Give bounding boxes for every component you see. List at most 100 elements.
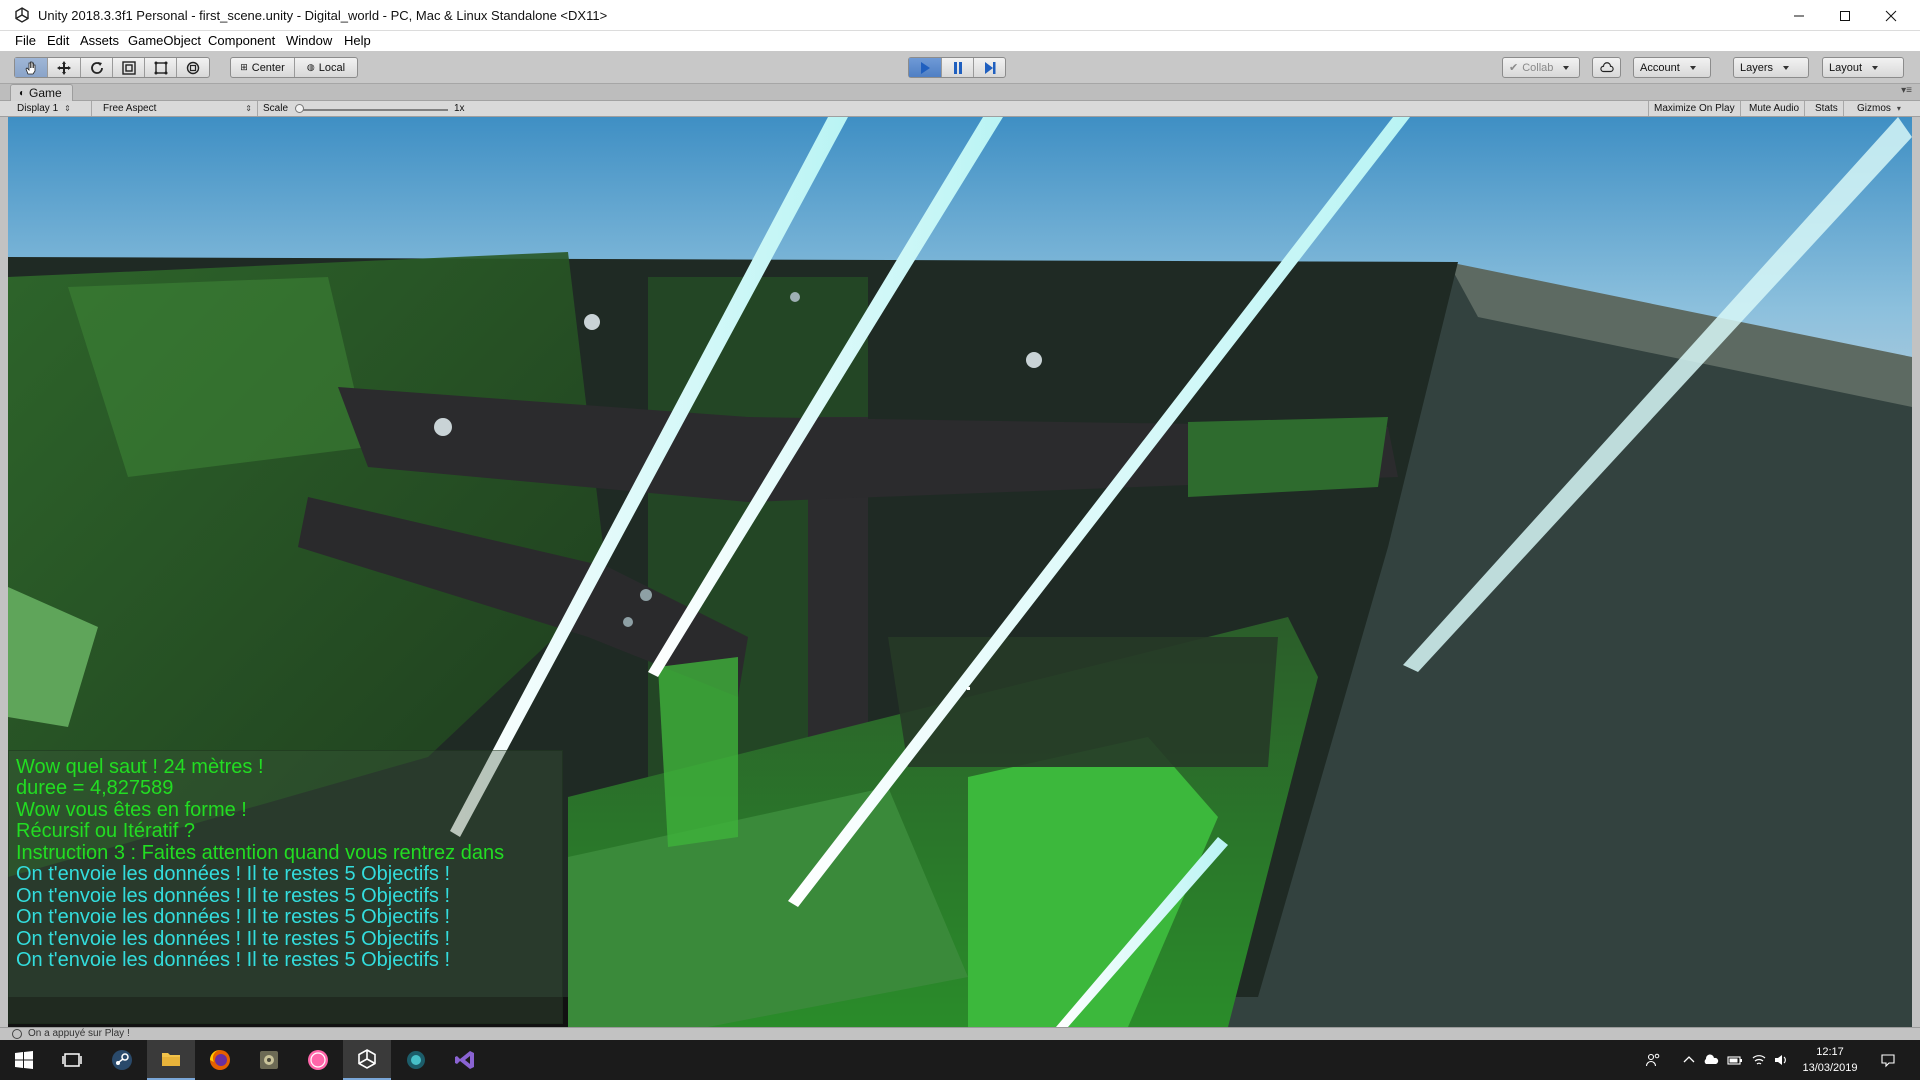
maximize-label: Maximize On Play — [1654, 103, 1735, 114]
hand-icon — [25, 61, 36, 74]
sphere-6 — [623, 617, 633, 627]
task-view-button[interactable] — [48, 1040, 96, 1080]
maximize-on-play-toggle[interactable]: Maximize On Play — [1648, 101, 1741, 116]
steam-icon — [112, 1050, 132, 1070]
windows-taskbar: 12:17 13/03/2019 — [0, 1040, 1920, 1080]
log-line-9: On t'envoie les données ! Il te restes 5… — [16, 928, 451, 950]
scale-icon — [121, 60, 136, 75]
pause-button[interactable] — [942, 58, 974, 77]
collab-dropdown[interactable]: ✔ Collab — [1502, 57, 1580, 78]
taskbar-app[interactable] — [245, 1040, 293, 1080]
gizmos-dropdown[interactable]: Gizmos ▾ — [1852, 101, 1906, 116]
tab-game-label: Game — [29, 86, 62, 100]
aspect-dropdown[interactable]: Free Aspect ⇕ — [98, 101, 258, 116]
menu-gameobject[interactable]: GameObject — [128, 33, 201, 48]
move-icon — [57, 60, 71, 75]
collab-caret-icon — [1563, 65, 1570, 70]
log-line-2: duree = 4,827589 — [16, 777, 174, 799]
sphere-4 — [790, 292, 800, 302]
status-message: On a appuyé sur Play ! — [28, 1028, 130, 1039]
move-tool-button[interactable] — [48, 58, 81, 77]
account-dropdown[interactable]: Account — [1633, 57, 1711, 78]
scale-slider-track[interactable] — [300, 109, 448, 111]
display-label: Display 1 — [17, 103, 59, 114]
people-icon[interactable] — [1645, 1052, 1661, 1068]
menu-edit[interactable]: Edit — [47, 33, 69, 48]
maximize-button[interactable] — [1822, 0, 1868, 31]
app-teal-icon — [407, 1051, 425, 1069]
tab-game[interactable]: ◐ Game — [10, 84, 73, 101]
pivot-local-button[interactable]: ◍ Local — [295, 58, 357, 77]
rect-tool-button[interactable] — [145, 58, 177, 77]
pivot-local-label: Local — [318, 61, 346, 74]
pivot-center-button[interactable]: ⊞ Center — [231, 58, 295, 77]
mute-audio-toggle[interactable]: Mute Audio — [1744, 101, 1806, 116]
hand-tool-button[interactable] — [15, 58, 48, 77]
menu-file[interactable]: File — [15, 33, 36, 48]
log-line-4: Récursif ou Itératif ? — [16, 820, 195, 842]
play-button[interactable] — [909, 58, 942, 77]
menu-window[interactable]: Window — [286, 33, 332, 48]
transform-tool-button[interactable] — [177, 58, 209, 77]
taskbar-file-explorer[interactable] — [147, 1040, 195, 1080]
layers-label: Layers — [1740, 61, 1774, 74]
unity-logo-icon — [15, 7, 29, 23]
menu-help[interactable]: Help — [344, 33, 371, 48]
visual-studio-icon — [455, 1051, 474, 1069]
taskbar-osu[interactable] — [294, 1040, 342, 1080]
pause-icon — [953, 61, 962, 74]
game-log-panel: Wow quel saut ! 24 mètres ! duree = 4,82… — [8, 750, 563, 1024]
start-button[interactable] — [0, 1040, 48, 1080]
action-center-icon[interactable] — [1880, 1052, 1896, 1068]
minimize-button[interactable] — [1776, 0, 1822, 31]
transform-tools — [14, 57, 210, 78]
layout-label: Layout — [1829, 61, 1863, 74]
tab-menu-icon[interactable]: ▾≡ — [1901, 85, 1912, 96]
onedrive-icon[interactable] — [1703, 1052, 1719, 1068]
transform-icon — [186, 61, 200, 74]
collab-label: Collab — [1522, 61, 1554, 74]
aspect-updown-icon: ⇕ — [245, 104, 252, 113]
stats-toggle[interactable]: Stats — [1810, 101, 1844, 116]
sphere-2 — [434, 418, 452, 436]
unity-icon — [358, 1049, 376, 1069]
step-button[interactable] — [974, 58, 1005, 77]
scale-slider-knob[interactable] — [295, 104, 304, 113]
taskbar-firefox[interactable] — [196, 1040, 244, 1080]
display-dropdown[interactable]: Display 1 ⇕ — [12, 101, 92, 116]
task-view-icon — [62, 1053, 82, 1067]
window-title-bar: Unity 2018.3.3f1 Personal - first_scene.… — [0, 0, 1920, 31]
game-view-toolbar: Display 1 ⇕ Free Aspect ⇕ Scale 1x Maximiz… — [0, 101, 1920, 117]
status-bar[interactable]: On a appuyé sur Play ! — [0, 1027, 1920, 1040]
stats-label: Stats — [1815, 103, 1838, 114]
rect-tool-icon — [154, 61, 167, 74]
taskbar-unity[interactable] — [343, 1040, 391, 1080]
main-toolbar: ⊞ Center ◍ Local ✔ Collab Account Layers La… — [0, 51, 1920, 84]
scale-tool-button[interactable] — [113, 58, 145, 77]
layers-dropdown[interactable]: Layers — [1733, 57, 1809, 78]
play-icon — [921, 61, 930, 74]
taskbar-visual-studio[interactable] — [441, 1040, 489, 1080]
account-caret-icon — [1689, 65, 1696, 70]
layout-dropdown[interactable]: Layout — [1822, 57, 1904, 78]
osu-icon — [308, 1050, 328, 1070]
close-button[interactable] — [1868, 0, 1914, 31]
rotate-tool-button[interactable] — [81, 58, 113, 77]
file-explorer-icon — [162, 1053, 180, 1066]
rotate-icon — [90, 61, 103, 74]
volume-icon[interactable] — [1773, 1052, 1789, 1068]
menu-component[interactable]: Component — [208, 33, 275, 48]
cloud-button[interactable] — [1592, 57, 1621, 78]
app-icon — [260, 1051, 278, 1069]
wifi-icon[interactable] — [1751, 1052, 1767, 1068]
taskbar-steam[interactable] — [98, 1040, 146, 1080]
account-label: Account — [1640, 61, 1680, 74]
menu-assets[interactable]: Assets — [80, 33, 119, 48]
layers-caret-icon — [1783, 65, 1790, 70]
taskbar-clock[interactable]: 12:17 13/03/2019 — [1790, 1044, 1870, 1076]
close-icon — [1885, 10, 1897, 21]
battery-icon[interactable] — [1727, 1052, 1743, 1068]
tray-chevron-up-icon[interactable] — [1681, 1052, 1697, 1068]
sphere-5 — [640, 589, 652, 601]
taskbar-app-teal[interactable] — [392, 1040, 440, 1080]
